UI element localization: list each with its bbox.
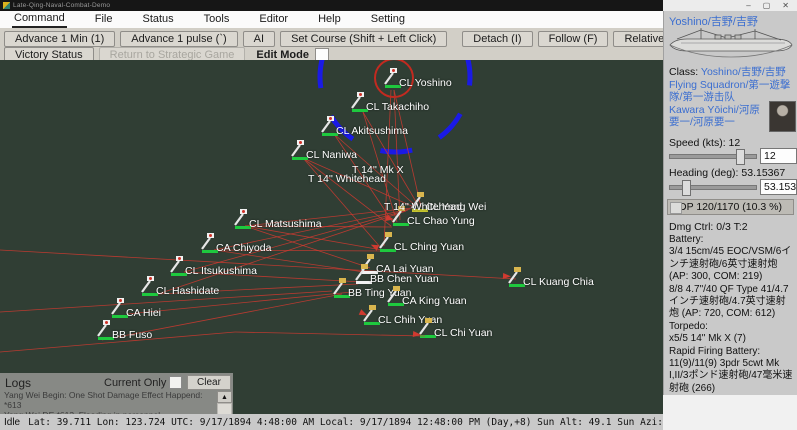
ship-label: BB Fuso — [112, 329, 152, 341]
advance-1-min-1-button[interactable]: Advance 1 Min (1) — [4, 31, 115, 47]
ship-info-sidebar: Yoshino/吉野/吉野 Class: Yoshino/吉野/吉野 Flyin… — [663, 11, 797, 395]
follow-f-button[interactable]: Follow (F) — [538, 31, 609, 47]
armament-line: x5/5 14" Mk X (7) — [669, 333, 795, 345]
captain-link[interactable]: Kawara Yōichi/河原要一/河原要一 — [669, 104, 769, 128]
damage-control-status: Dmg Ctrl: 0/3 T:2 — [669, 221, 748, 233]
speed-value: 12 — [729, 137, 741, 149]
current-only-label: Current Only — [104, 377, 166, 389]
damage-points-button[interactable]: DP 120/1170 (10.3 %) — [667, 199, 794, 215]
log-list: Yang Wei Begin: One Shot Damage Effect H… — [4, 391, 216, 414]
heading-slider-handle[interactable] — [682, 180, 691, 196]
log-line: Yang Wei DE *613, Flooding in personnel. — [4, 411, 216, 414]
ship-class-row: Class: Yoshino/吉野/吉野 — [669, 66, 795, 78]
ship-label: BB Chen Yuan — [370, 273, 439, 285]
dp-button-label: DP 120/1170 (10.3 %) — [679, 201, 782, 213]
captain-portrait — [769, 101, 796, 132]
ship-profile-art — [667, 26, 795, 64]
ai-button[interactable]: AI — [243, 31, 275, 47]
ship-label: CA Chiyoda — [216, 242, 271, 254]
armament-line: 11(9)/11(9) 3pdr 5cwt Mk I,II/3ポンド速射砲/47… — [669, 358, 795, 395]
status-text: Lat: 39.711 Lon: 123.724 UTC: 9/17/1894 … — [28, 417, 697, 428]
torpedo-label: T 14'' Whitehead — [308, 173, 386, 185]
logs-panel: Logs Current Only Clear Yang Wei Begin: … — [0, 373, 233, 414]
heading-slider[interactable] — [669, 185, 757, 190]
squadron-link[interactable]: Flying Squadron/第一遊撃隊/第一游击队 — [669, 79, 793, 103]
logs-header: Logs Current Only Clear — [0, 373, 233, 390]
menu-tools[interactable]: Tools — [202, 12, 232, 27]
menu-setting[interactable]: Setting — [369, 12, 407, 27]
menu-help[interactable]: Help — [316, 12, 343, 27]
ship-label: CL Chao Yung — [407, 215, 475, 227]
armament-line: Rapid Firing Battery: — [669, 346, 795, 358]
set-course-shift-left-click-button[interactable]: Set Course (Shift + Left Click) — [280, 31, 447, 47]
speed-input[interactable]: 12 — [760, 148, 797, 164]
armament-line: Battery: — [669, 234, 795, 246]
window-title: Late-Qing-Naval-Combat-Demo — [13, 2, 110, 9]
torpedo-label: T 14'' Whitehead — [384, 201, 462, 213]
app-icon — [3, 2, 10, 9]
menu-editor[interactable]: Editor — [257, 12, 290, 27]
scrollbar-thumb[interactable] — [218, 404, 231, 414]
advance-1-pulse-button[interactable]: Advance 1 pulse (`) — [120, 31, 237, 47]
heading-row: Heading (deg): 53.15367 — [669, 167, 785, 179]
title-bar: Late-Qing-Naval-Combat-Demo — [0, 0, 663, 11]
menu-file[interactable]: File — [93, 12, 115, 27]
speed-label: Speed (kts): — [669, 137, 726, 149]
maximize-icon[interactable]: ▢ — [763, 2, 771, 10]
log-line: Yang Wei Begin: One Shot Damage Effect H… — [4, 391, 216, 410]
ship-label: CL Naniwa — [306, 149, 357, 161]
minimize-icon[interactable]: – — [746, 2, 750, 10]
heading-label: Heading (deg): — [669, 167, 738, 179]
ship-label: CL Matsushima — [249, 218, 322, 230]
class-label: Class: — [669, 66, 698, 78]
ship-label: CL Chi Yuan — [434, 327, 492, 339]
ship-label: CA Hiei — [126, 307, 161, 319]
speed-slider[interactable] — [669, 154, 757, 159]
status-mode: Idle — [4, 417, 20, 428]
clear-logs-button[interactable]: Clear — [187, 375, 231, 390]
window-controls: – ▢ ✕ — [663, 0, 797, 11]
menu-status[interactable]: Status — [140, 12, 175, 27]
current-only-checkbox[interactable] — [169, 376, 182, 389]
ship-label: CA King Yuan — [402, 295, 467, 307]
tactical-map[interactable]: CL Yoshino CL Takachiho CL Akitsushima CL N… — [0, 60, 663, 414]
speed-slider-handle[interactable] — [736, 149, 745, 165]
menu-bar: Command File Status Tools Editor Help Setting — [0, 11, 663, 28]
logs-scrollbar[interactable]: ▲ ▼ — [217, 391, 232, 414]
ship-label: CL Yoshino — [399, 77, 452, 89]
armament-line: 3/4 15cm/45 EOC/VSM/6インチ速射砲/6英寸速射炮 (AP: … — [669, 246, 795, 283]
ship-label: CL Hashidate — [156, 285, 219, 297]
heading-input[interactable]: 53.1536 — [760, 179, 797, 195]
map-overlay-svg — [0, 60, 663, 414]
armament-details: Battery:3/4 15cm/45 EOC/VSM/6インチ速射砲/6英寸速… — [669, 234, 795, 395]
scroll-up-icon[interactable]: ▲ — [217, 391, 232, 403]
bottom-right-panel — [663, 395, 797, 430]
menu-command[interactable]: Command — [12, 11, 67, 28]
status-bar: Idle Lat: 39.711 Lon: 123.724 UTC: 9/17/… — [0, 414, 663, 430]
close-icon[interactable]: ✕ — [782, 2, 789, 10]
speed-row: Speed (kts): 12 — [669, 137, 740, 149]
ship-label: CL Kuang Chia — [523, 276, 594, 288]
logs-title: Logs — [5, 376, 31, 390]
class-value[interactable]: Yoshino/吉野/吉野 — [701, 66, 786, 78]
ship-label: CL Takachiho — [366, 101, 429, 113]
toolbar: Advance 1 Min (1) Advance 1 pulse (`) AI Se… — [0, 28, 663, 60]
ship-label: CL Ching Yuan — [394, 241, 464, 253]
toolbar-row1: Advance 1 Min (1) Advance 1 pulse (`) AI Se… — [4, 31, 699, 47]
armament-line: 8/8 4.7"/40 QF Type 41/4.7インチ速射砲/4.7英寸速射… — [669, 284, 795, 321]
heading-value: 53.15367 — [741, 167, 785, 179]
ship-label: CL Itsukushima — [185, 265, 257, 277]
dp-swatch-icon — [670, 202, 682, 214]
ship-label: CL Akitsushima — [336, 125, 408, 137]
detach-i-button[interactable]: Detach (I) — [462, 31, 532, 47]
armament-line: Torpedo: — [669, 321, 795, 333]
